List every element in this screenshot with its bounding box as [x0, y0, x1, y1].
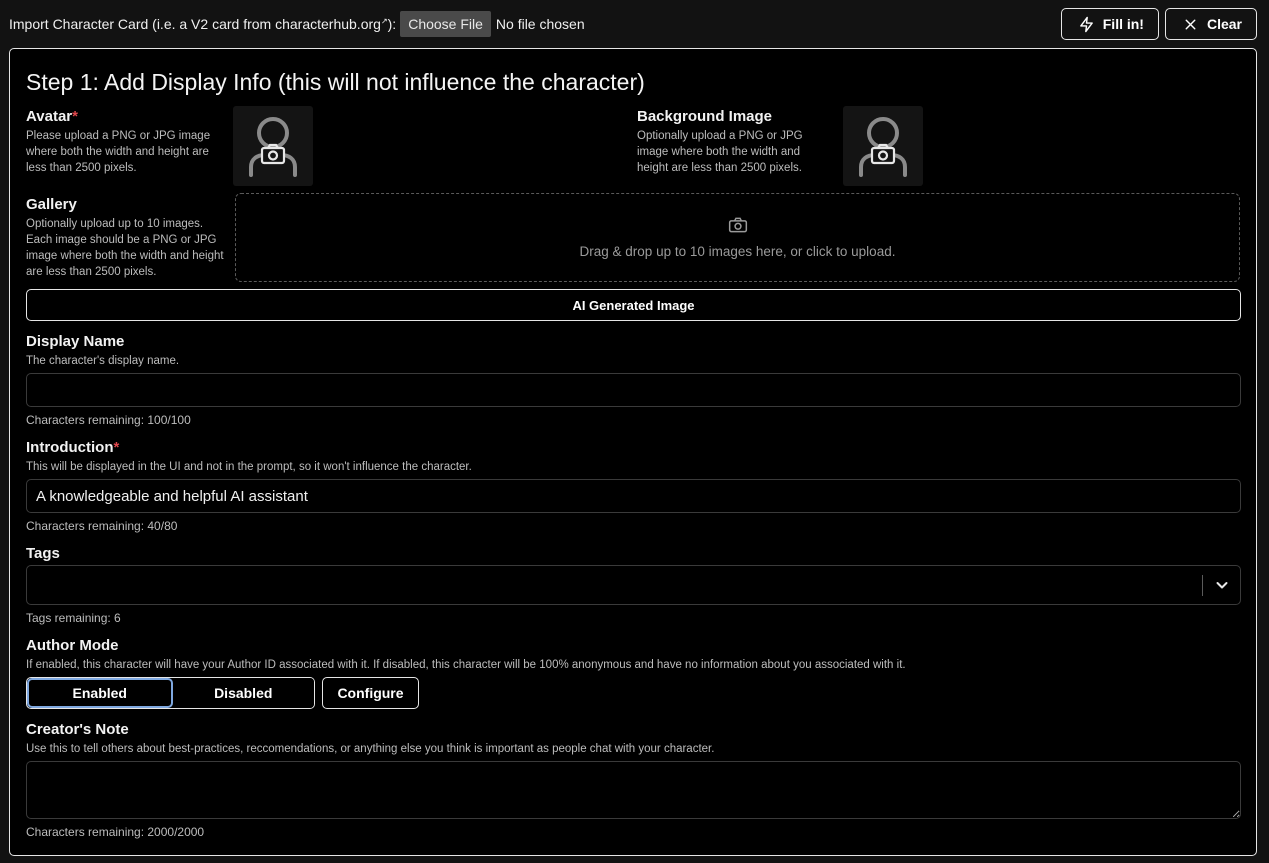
- author-mode-field: Author Mode If enabled, this character w…: [26, 637, 906, 673]
- dropzone-text: Drag & drop up to 10 images here, or cli…: [579, 244, 896, 259]
- tags-separator: [1202, 575, 1203, 596]
- author-mode-toggle: Enabled Disabled: [26, 677, 315, 709]
- clear-button[interactable]: Clear: [1164, 8, 1257, 40]
- creators-note-counter: Characters remaining: 2000/2000: [26, 825, 205, 839]
- display-name-description: The character's display name.: [26, 355, 180, 367]
- introduction-counter: Characters remaining: 40/80: [26, 519, 178, 533]
- gallery-field: Gallery Optionally upload up to 10 image…: [26, 196, 226, 280]
- camera-icon: [728, 217, 747, 233]
- avatar-description: Please upload a PNG or JPG image where b…: [26, 130, 211, 174]
- creators-note-field: Creator's Note Use this to tell others a…: [26, 721, 714, 757]
- creators-note-label: Creator's Note: [26, 721, 129, 738]
- lightning-icon: [1079, 16, 1093, 32]
- top-actions: Fill in! Clear: [1060, 8, 1257, 40]
- gallery-description: Optionally upload up to 10 images. Each …: [26, 218, 224, 278]
- author-mode-description: If enabled, this character will have you…: [26, 659, 906, 671]
- display-name-input[interactable]: [26, 373, 1241, 407]
- avatar-label: Avatar*: [26, 108, 78, 125]
- fill-in-button[interactable]: Fill in!: [1060, 8, 1159, 40]
- creators-note-description: Use this to tell others about best-pract…: [26, 743, 715, 755]
- display-name-field: Display Name The character's display nam…: [26, 333, 179, 369]
- introduction-field: Introduction* This will be displayed in …: [26, 439, 472, 475]
- tags-counter: Tags remaining: 6: [26, 611, 121, 625]
- ai-generated-image-button[interactable]: AI Generated Image: [26, 289, 1241, 321]
- avatar-camera-icon: [249, 117, 297, 177]
- display-name-label: Display Name: [26, 333, 125, 350]
- avatar-field: Avatar* Please upload a PNG or JPG image…: [26, 108, 226, 176]
- tags-select[interactable]: [26, 565, 1241, 605]
- chevron-down-icon[interactable]: [1214, 577, 1230, 593]
- avatar-upload[interactable]: [233, 106, 313, 186]
- background-field: Background Image Optionally upload a PNG…: [637, 108, 827, 176]
- introduction-label: Introduction*: [26, 439, 120, 456]
- display-info-panel: Step 1: Add Display Info (this will not …: [9, 48, 1257, 856]
- step-title: Step 1: Add Display Info (this will not …: [26, 69, 645, 95]
- tags-label: Tags: [26, 545, 60, 562]
- external-link-icon[interactable]: ↗: [381, 16, 388, 25]
- author-mode-disabled-button[interactable]: Disabled: [172, 678, 314, 708]
- file-status: No file chosen: [495, 16, 585, 32]
- choose-file-button[interactable]: Choose File: [400, 11, 491, 37]
- display-name-counter: Characters remaining: 100/100: [26, 413, 191, 427]
- close-icon: [1185, 19, 1196, 29]
- background-upload[interactable]: [843, 106, 923, 186]
- configure-button[interactable]: Configure: [322, 677, 419, 709]
- introduction-description: This will be displayed in the UI and not…: [26, 461, 472, 473]
- creators-note-textarea[interactable]: [26, 761, 1241, 819]
- author-mode-enabled-button[interactable]: Enabled: [27, 678, 173, 708]
- author-mode-label: Author Mode: [26, 637, 119, 654]
- introduction-input[interactable]: [26, 479, 1241, 513]
- import-label: Import Character Card (i.e. a V2 card fr…: [9, 16, 397, 32]
- background-label: Background Image: [637, 108, 773, 125]
- gallery-dropzone[interactable]: Drag & drop up to 10 images here, or cli…: [235, 193, 1240, 282]
- background-camera-icon: [859, 117, 907, 177]
- gallery-label: Gallery: [26, 196, 77, 213]
- background-description: Optionally upload a PNG or JPG image whe…: [637, 130, 803, 174]
